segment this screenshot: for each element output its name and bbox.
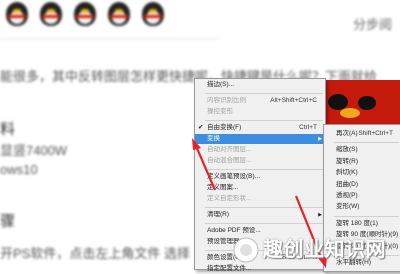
watermark-text: 趣创业知识网 (263, 239, 386, 261)
watermark-logo-icon (233, 237, 259, 263)
arrow-to-transform (192, 138, 217, 191)
annotation-arrows (192, 138, 327, 268)
